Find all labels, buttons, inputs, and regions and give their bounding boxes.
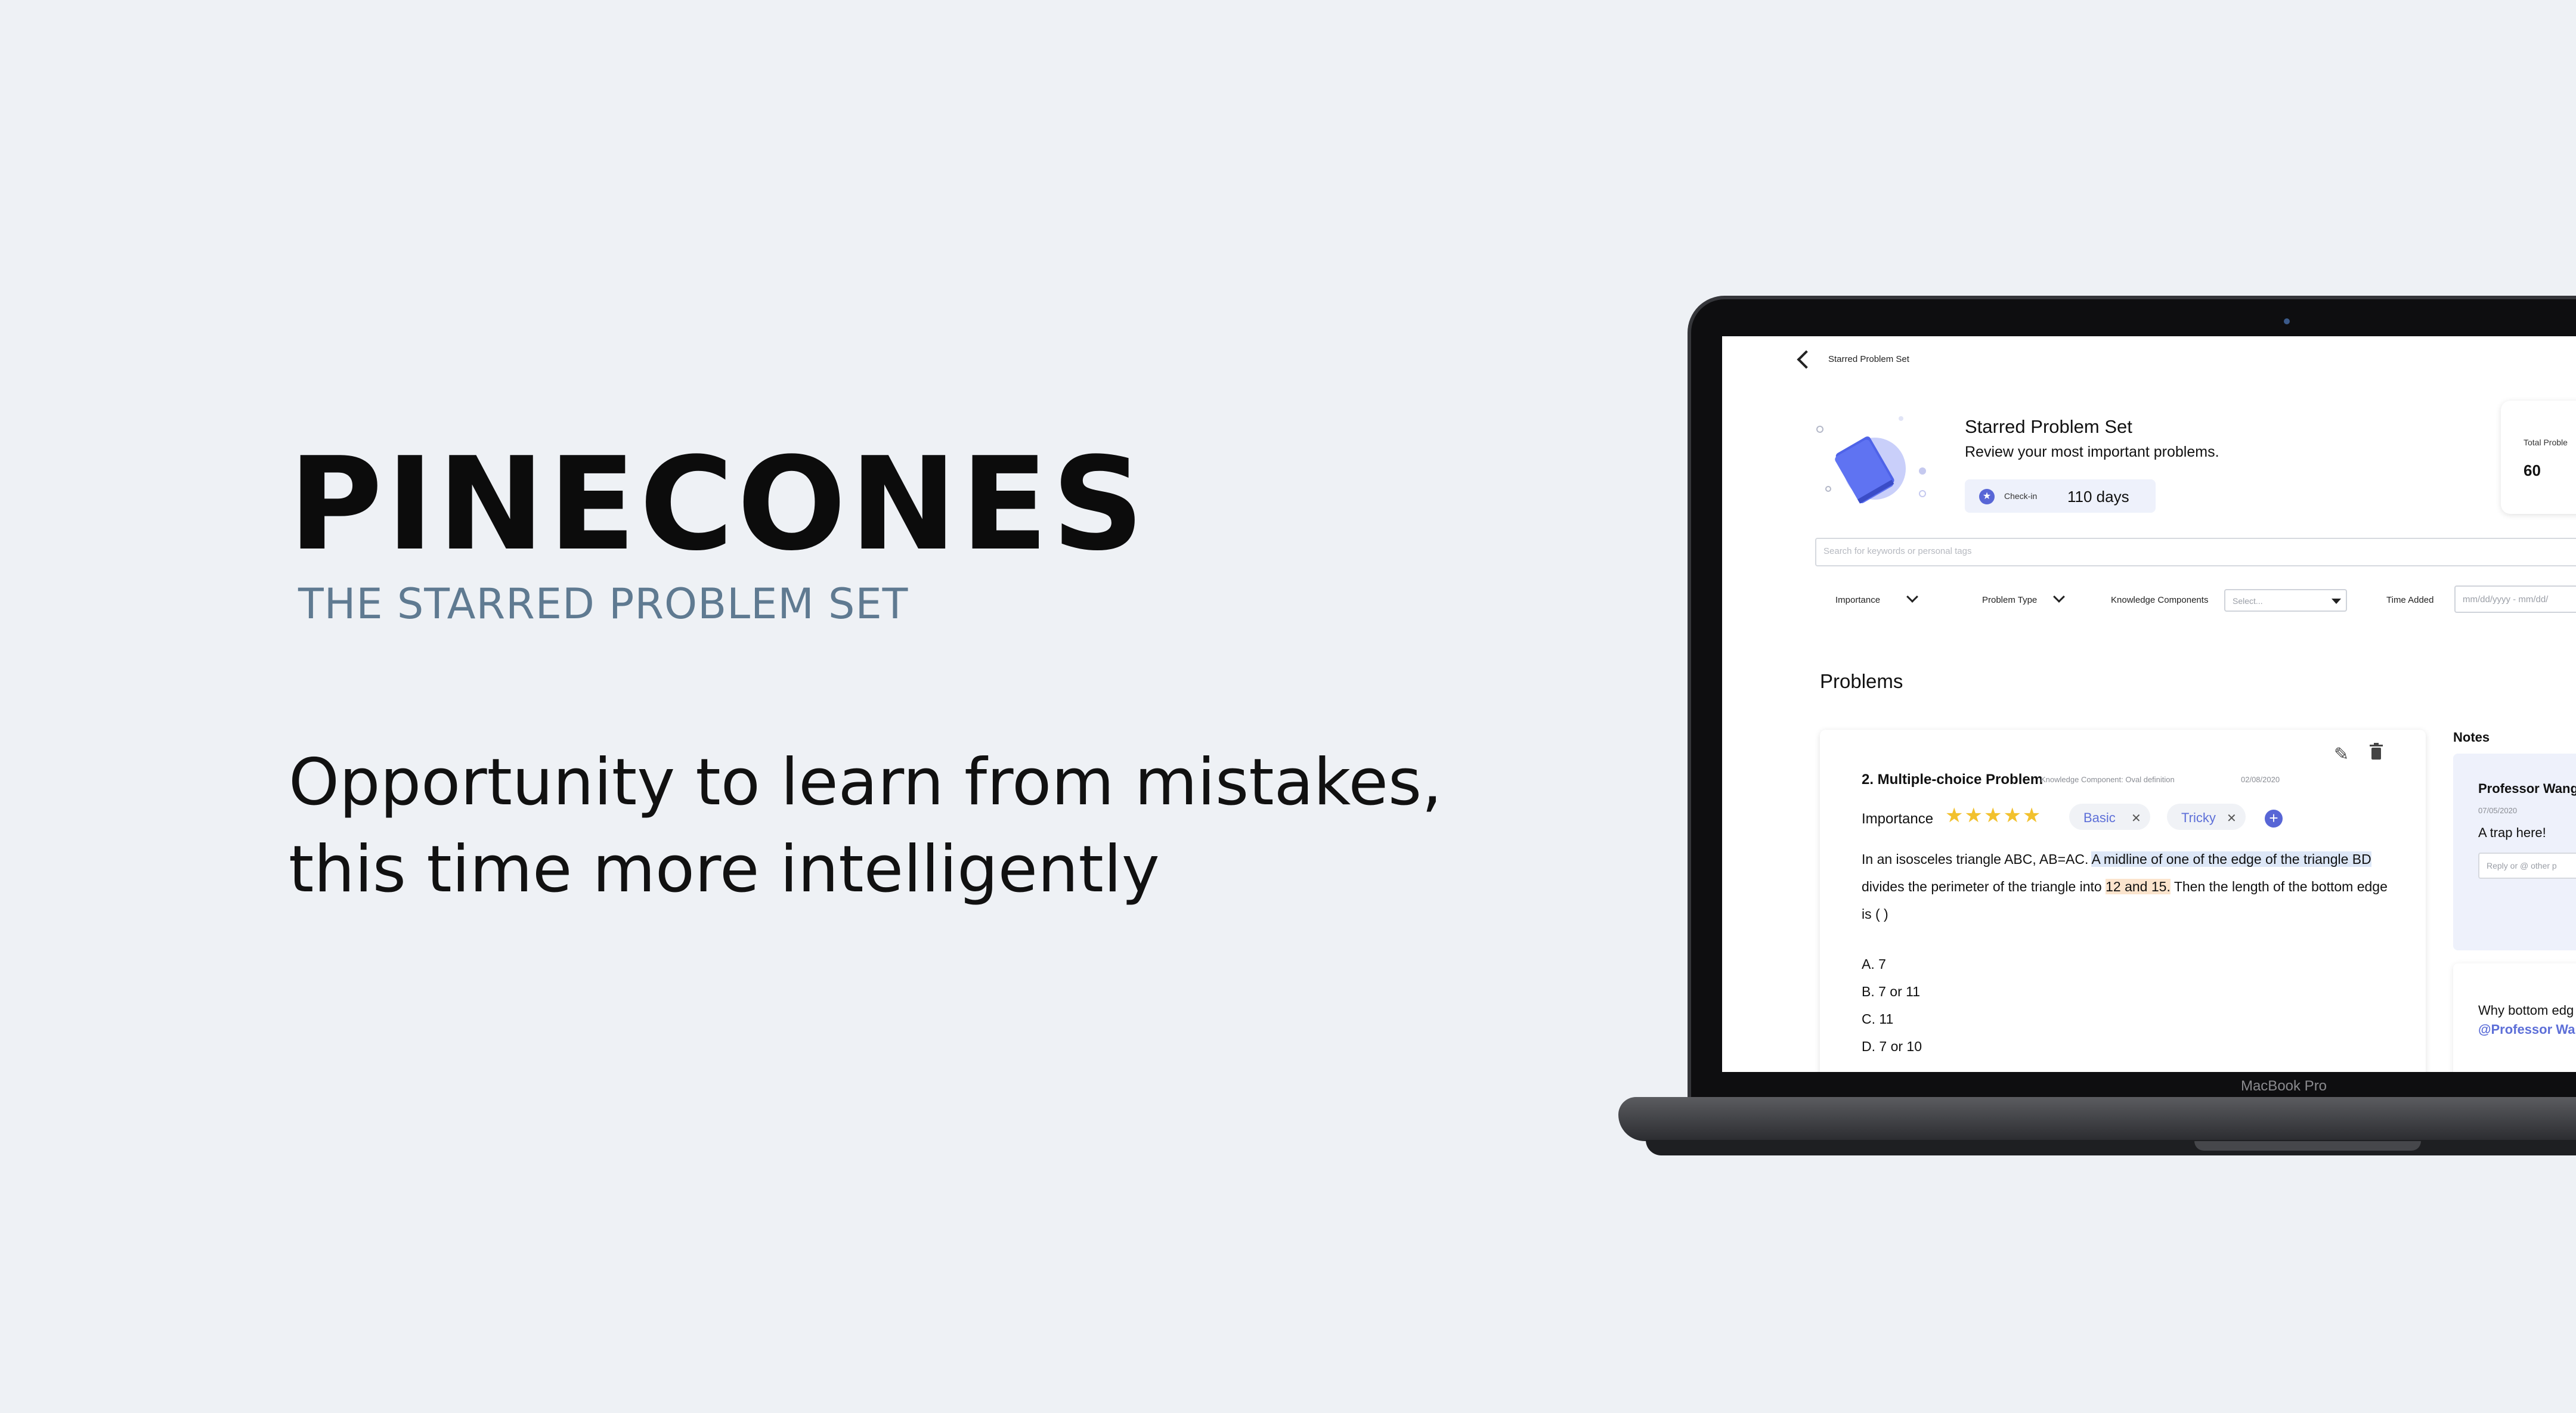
device-label: MacBook Pro bbox=[2240, 1078, 2327, 1094]
tagline-line-1: Opportunity to learn from mistakes, bbox=[289, 745, 1442, 820]
laptop-base-bottom bbox=[1646, 1140, 2576, 1155]
laptop-base bbox=[1618, 1097, 2576, 1141]
knowledge-select-placeholder: Select... bbox=[2233, 596, 2263, 606]
tag-label: Basic bbox=[2083, 810, 2116, 825]
set-title: Starred Problem Set bbox=[1965, 416, 2132, 437]
option-b: B. 7 or 11 bbox=[1862, 984, 1921, 999]
importance-chevron-down-icon[interactable] bbox=[1906, 591, 1918, 603]
set-description: Review your most important problems. bbox=[1965, 444, 2219, 460]
book-illustration-icon bbox=[1816, 416, 1926, 504]
tag-basic[interactable]: Basic ✕ bbox=[2069, 804, 2150, 830]
back-arrow-icon[interactable] bbox=[1797, 350, 1816, 369]
remove-tag-close-icon[interactable]: ✕ bbox=[2131, 811, 2141, 826]
checkin-label: Check-in bbox=[2004, 491, 2038, 501]
problem-card: ✎ 2. Multiple-choice Problem Knowledge C… bbox=[1820, 730, 2426, 1072]
total-problems-value: 60 bbox=[2524, 461, 2541, 479]
problem-title: 2. Multiple-choice Problem bbox=[1862, 771, 2044, 788]
checkin-days: 110 days bbox=[2067, 488, 2129, 506]
tag-label: Tricky bbox=[2181, 810, 2216, 825]
tagline: Opportunity to learn from mistakes, this… bbox=[289, 739, 1481, 913]
total-problems-card: Total Proble 60 bbox=[2501, 401, 2576, 514]
note-card: Professor Wang 07/05/2020 A trap here! R… bbox=[2453, 754, 2576, 950]
problems-heading: Problems bbox=[1820, 670, 1903, 692]
knowledge-components-select[interactable]: Select... bbox=[2224, 589, 2347, 612]
note-author: Professor Wang bbox=[2478, 781, 2576, 796]
problem-knowledge-component: Knowledge Component: Oval definition bbox=[2041, 775, 2175, 784]
note-date: 07/05/2020 bbox=[2478, 806, 2518, 815]
breadcrumb[interactable]: Starred Problem Set bbox=[1828, 354, 1909, 364]
filter-time-added: Time Added bbox=[2386, 595, 2434, 605]
notes-heading: Notes bbox=[2453, 730, 2490, 745]
note-text: Why bottom edg bbox=[2478, 1003, 2574, 1018]
note-text: A trap here! bbox=[2478, 825, 2546, 840]
camera-icon bbox=[2284, 318, 2290, 324]
highlight-blue: A midline of one of the edge of the tria… bbox=[2091, 851, 2371, 867]
date-placeholder: mm/dd/yyyy - mm/dd/ bbox=[2463, 594, 2549, 605]
problem-type-chevron-down-icon[interactable] bbox=[2053, 591, 2065, 603]
total-problems-label: Total Proble bbox=[2524, 438, 2568, 447]
problem-body: In an isosceles triangle ABC, AB=AC. A m… bbox=[1862, 845, 2398, 928]
filter-importance[interactable]: Importance bbox=[1835, 595, 1880, 605]
highlight-orange: 12 and 15. bbox=[2106, 879, 2171, 894]
reply-placeholder: Reply or @ other p bbox=[2487, 861, 2557, 870]
date-range-input[interactable]: mm/dd/yyyy - mm/dd/ bbox=[2454, 585, 2576, 613]
problem-date: 02/08/2020 bbox=[2241, 775, 2280, 784]
app-screen: Starred Problem Set Starred Problem Set … bbox=[1722, 336, 2576, 1072]
search-input[interactable]: Search for keywords or personal tags bbox=[1815, 538, 2576, 566]
body-text: divides the perimeter of the triangle in… bbox=[1862, 879, 2106, 894]
option-d: D. 7 or 10 bbox=[1862, 1039, 1922, 1054]
brand-title: PINECONES bbox=[289, 429, 1148, 579]
tagline-line-2: this time more intelligently bbox=[289, 832, 1160, 907]
option-c: C. 11 bbox=[1862, 1011, 1894, 1027]
search-placeholder: Search for keywords or personal tags bbox=[1823, 546, 1972, 556]
trash-icon[interactable] bbox=[2370, 743, 2383, 760]
laptop-notch bbox=[2194, 1141, 2421, 1151]
brand-subtitle: THE STARRED PROBLEM SET bbox=[298, 580, 909, 628]
caret-down-icon bbox=[2332, 599, 2341, 604]
add-tag-plus-icon[interactable]: + bbox=[2265, 810, 2283, 828]
reply-input[interactable]: Reply or @ other p bbox=[2478, 853, 2576, 879]
filter-problem-type[interactable]: Problem Type bbox=[1982, 595, 2037, 605]
importance-label: Importance bbox=[1862, 811, 1934, 827]
tag-tricky[interactable]: Tricky ✕ bbox=[2167, 804, 2246, 830]
body-text: In an isosceles triangle ABC, AB=AC. bbox=[1862, 851, 2092, 867]
filter-knowledge-components: Knowledge Components bbox=[2111, 595, 2209, 605]
importance-stars-icon[interactable]: ★★★★★ bbox=[1945, 804, 2042, 828]
edit-pencil-icon[interactable]: ✎ bbox=[2334, 744, 2349, 765]
star-badge-icon: ★ bbox=[1979, 489, 1995, 504]
checkin-badge: ★ Check-in 110 days bbox=[1965, 479, 2156, 513]
remove-tag-close-icon[interactable]: ✕ bbox=[2227, 811, 2237, 826]
option-a: A. 7 bbox=[1862, 956, 1886, 972]
note-card: Why bottom edg @Professor Wan bbox=[2453, 963, 2576, 1072]
note-mention[interactable]: @Professor Wan bbox=[2478, 1022, 2576, 1037]
